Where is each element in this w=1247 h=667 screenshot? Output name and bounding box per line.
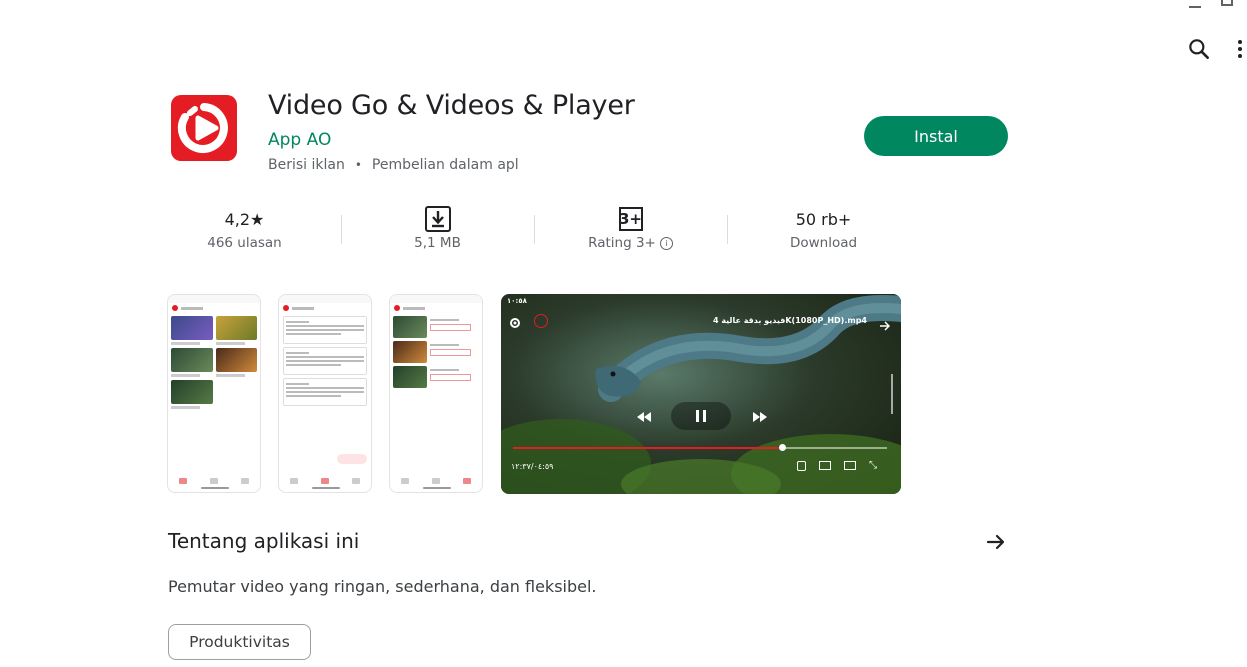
about-description: Pemutar video yang ringan, sederhana, da… (168, 577, 597, 596)
download-icon (424, 206, 451, 232)
install-button[interactable]: Instal (864, 116, 1008, 156)
arrow-forward-icon (986, 534, 1005, 550)
about-more-button[interactable] (984, 530, 1008, 554)
developer-link[interactable]: App AO (268, 130, 331, 150)
age-rating-label: Rating 3+ (588, 235, 656, 251)
search-icon (1189, 39, 1209, 59)
screenshot-video-player[interactable]: ١٠:٥٨ فيديو بدقة عالية 4K(1080P_HD).mp4 … (501, 294, 901, 494)
downloads-label: Download (789, 235, 858, 251)
rewind-icon[interactable] (637, 407, 651, 426)
screenshot-2[interactable] (278, 294, 372, 493)
age-badge-text: 3+ (619, 210, 643, 228)
stats-row: 4,2★ 466 ulasan 5,1 MB 3+ Rating 3+ i 50… (148, 205, 920, 257)
app-logo-icon (177, 103, 228, 153)
screenshot-3[interactable] (389, 294, 483, 493)
pause-icon (696, 410, 706, 422)
minimize-icon[interactable] (1189, 0, 1201, 8)
search-button[interactable] (1186, 36, 1212, 62)
pip-icon[interactable] (819, 461, 831, 470)
restore-icon[interactable] (1221, 0, 1233, 6)
status-bar-time: ١٠:٥٨ (507, 297, 527, 305)
category-chip[interactable]: Produktivitas (168, 624, 311, 660)
more-options-button[interactable] (1228, 36, 1247, 62)
video-filename: فيديو بدقة عالية 4K(1080P_HD).mp4 (712, 316, 867, 325)
more-vert-icon (1238, 40, 1242, 58)
about-title: Tentang aplikasi ini (168, 529, 360, 553)
ads-label: Berisi iklan (268, 157, 345, 173)
app-icon (171, 95, 237, 161)
app-meta: Berisi iklan • Pembelian dalam apl (268, 157, 519, 173)
stat-size: 5,1 MB (341, 205, 534, 257)
back-arrow-icon[interactable] (879, 316, 891, 335)
app-title: Video Go & Videos & Player (268, 90, 635, 121)
stat-rating[interactable]: 4,2★ 466 ulasan (148, 205, 341, 257)
lock-icon[interactable] (797, 461, 806, 471)
downloads-value: 50 rb+ (795, 209, 852, 229)
settings-icon[interactable] (509, 314, 521, 328)
window-controls (1189, 0, 1233, 8)
reviews-count: 466 ulasan (207, 235, 282, 251)
stat-age-rating[interactable]: 3+ Rating 3+ i (534, 205, 727, 257)
fast-forward-icon[interactable] (753, 407, 767, 426)
app-badge-icon (534, 314, 548, 328)
player-controls: ⤡ (797, 461, 879, 471)
pause-button[interactable] (671, 402, 731, 430)
seek-progress (513, 447, 783, 449)
age-rating-badge: 3+ (618, 207, 643, 231)
app-size: 5,1 MB (414, 235, 461, 251)
fullscreen-exit-icon[interactable]: ⤡ (869, 461, 879, 471)
video-time: ١٢:٣٧/٠٤:٥٩ (511, 462, 554, 471)
info-icon[interactable]: i (659, 236, 673, 250)
meta-separator: • (354, 158, 362, 172)
stat-downloads: 50 rb+ Download (727, 205, 920, 257)
rating-value: 4,2★ (224, 209, 265, 229)
volume-slider[interactable] (891, 374, 893, 414)
aspect-ratio-icon[interactable] (844, 461, 856, 470)
iap-label: Pembelian dalam apl (371, 157, 519, 173)
screenshot-1[interactable] (167, 294, 261, 493)
seek-bar[interactable] (513, 444, 887, 451)
